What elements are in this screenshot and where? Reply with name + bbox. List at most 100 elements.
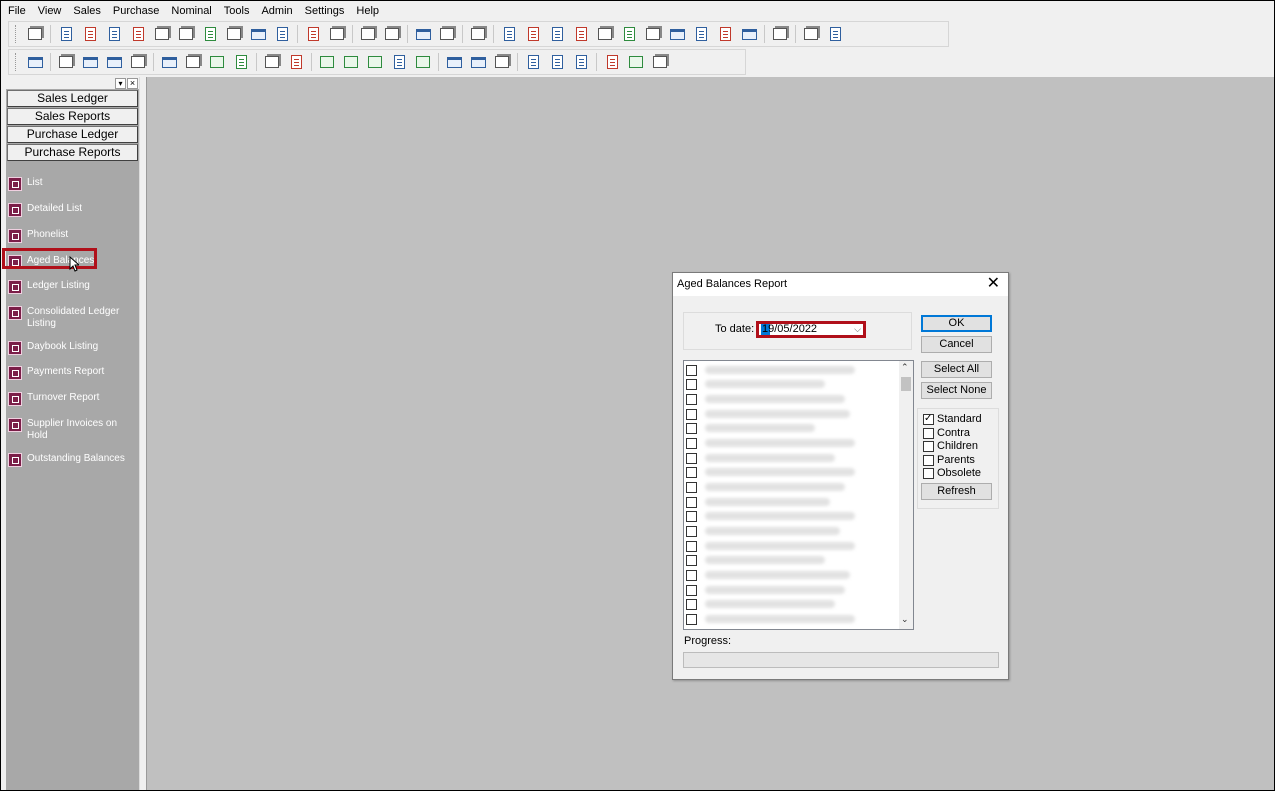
checkbox[interactable] [686, 437, 697, 449]
toolbar-button[interactable] [740, 25, 758, 43]
toolbar-button[interactable] [572, 25, 590, 43]
menu-settings[interactable]: Settings [299, 2, 351, 21]
filter-standard[interactable]: Standard [923, 413, 982, 425]
toolbar-button[interactable] [225, 25, 243, 43]
list-item[interactable] [686, 364, 855, 376]
checkbox[interactable] [923, 413, 934, 425]
list-item[interactable] [686, 613, 855, 625]
list-item[interactable] [686, 422, 815, 434]
menu-file[interactable]: File [2, 2, 32, 21]
account-list[interactable]: ⌃ ⌄ [683, 360, 914, 630]
list-scrollbar[interactable]: ⌃ ⌄ [899, 361, 913, 629]
panel-splitter[interactable] [139, 77, 147, 790]
menu-view[interactable]: View [32, 2, 68, 21]
checkbox[interactable] [686, 481, 697, 493]
list-item[interactable] [686, 452, 835, 464]
refresh-button[interactable]: Refresh [921, 483, 992, 500]
toolbar-button[interactable] [249, 25, 267, 43]
checkbox[interactable] [923, 440, 934, 452]
toolbar-button[interactable] [414, 25, 432, 43]
filter-children[interactable]: Children [923, 440, 978, 452]
toolbar-button[interactable] [668, 25, 686, 43]
select-none-button[interactable]: Select None [921, 382, 992, 399]
checkbox[interactable] [686, 408, 697, 420]
checkbox[interactable] [686, 554, 697, 566]
toolbar-button[interactable] [153, 25, 171, 43]
menu-nominal[interactable]: Nominal [165, 2, 217, 21]
toolbar-button[interactable] [524, 53, 542, 71]
select-all-button[interactable]: Select All [921, 361, 992, 378]
toolbar-button[interactable] [620, 25, 638, 43]
toolbar-button[interactable] [802, 25, 820, 43]
report-item-ledger-listing[interactable]: Ledger Listing [8, 280, 127, 294]
report-item-daybook-listing[interactable]: Daybook Listing [8, 341, 127, 355]
checkbox[interactable] [686, 452, 697, 464]
list-item[interactable] [686, 584, 845, 596]
chevron-up-icon[interactable]: ⌃ [901, 362, 909, 373]
report-item-outstanding-balances[interactable]: Outstanding Balances [8, 453, 127, 467]
menu-sales[interactable]: Sales [67, 2, 107, 21]
nav-sales-reports[interactable]: Sales Reports [7, 108, 138, 125]
nav-purchase-reports[interactable]: Purchase Reports [7, 144, 138, 161]
toolbar-button[interactable] [603, 53, 621, 71]
toolbar-button[interactable] [328, 25, 346, 43]
toolbar-button[interactable] [26, 53, 44, 71]
menu-help[interactable]: Help [350, 2, 385, 21]
close-icon[interactable]: ✕ [987, 276, 1000, 292]
checkbox[interactable] [686, 510, 697, 522]
toolbar-button[interactable] [359, 25, 377, 43]
checkbox[interactable] [686, 378, 697, 390]
toolbar-button[interactable] [366, 53, 384, 71]
checkbox[interactable] [686, 584, 697, 596]
filter-parents[interactable]: Parents [923, 454, 975, 466]
toolbar-button[interactable] [105, 25, 123, 43]
toolbar-button[interactable] [627, 53, 645, 71]
cancel-button[interactable]: Cancel [921, 336, 992, 353]
menu-admin[interactable]: Admin [255, 2, 298, 21]
checkbox[interactable] [686, 525, 697, 537]
checkbox[interactable] [686, 613, 697, 625]
toolbar-button[interactable] [129, 25, 147, 43]
list-item[interactable] [686, 466, 855, 478]
toolbar-button[interactable] [105, 53, 123, 71]
toolbar-button[interactable] [548, 53, 566, 71]
list-item[interactable] [686, 393, 845, 405]
checkbox[interactable] [686, 598, 697, 610]
toolbar-button[interactable] [26, 25, 44, 43]
toolbar-button[interactable] [596, 25, 614, 43]
checkbox[interactable] [923, 467, 934, 479]
toolbar-button[interactable] [342, 53, 360, 71]
list-item[interactable] [686, 569, 850, 581]
toolbar-button[interactable] [81, 53, 99, 71]
report-item-list[interactable]: List [8, 177, 127, 191]
filter-contra[interactable]: Contra [923, 427, 970, 439]
toolbar-button[interactable] [390, 53, 408, 71]
toolbar-button[interactable] [771, 25, 789, 43]
toolbar-button[interactable] [493, 53, 511, 71]
toolbar-button[interactable] [438, 25, 456, 43]
toolbar-grip[interactable] [15, 25, 19, 43]
menu-purchase[interactable]: Purchase [107, 2, 165, 21]
toolbar-button[interactable] [177, 25, 195, 43]
toolbar-button[interactable] [500, 25, 518, 43]
checkbox[interactable] [686, 540, 697, 552]
toolbar-button[interactable] [318, 53, 336, 71]
report-item-consolidated-ledger-listing[interactable]: Consolidated Ledger Listing [8, 306, 127, 330]
toolbar-button[interactable] [572, 53, 590, 71]
nav-sales-ledger[interactable]: Sales Ledger [7, 90, 138, 107]
list-item[interactable] [686, 378, 825, 390]
list-item[interactable] [686, 408, 850, 420]
toolbar-button[interactable] [445, 53, 463, 71]
toolbar-grip[interactable] [15, 53, 19, 71]
toolbar-button[interactable] [273, 25, 291, 43]
close-icon[interactable]: × [127, 78, 138, 89]
toolbar-button[interactable] [201, 25, 219, 43]
toolbar-button[interactable] [469, 53, 487, 71]
checkbox[interactable] [923, 454, 934, 466]
toolbar-button[interactable] [692, 25, 710, 43]
toolbar-button[interactable] [414, 53, 432, 71]
toolbar-button[interactable] [287, 53, 305, 71]
toolbar-button[interactable] [263, 53, 281, 71]
report-item-turnover-report[interactable]: Turnover Report [8, 392, 127, 406]
checkbox[interactable] [686, 364, 697, 376]
